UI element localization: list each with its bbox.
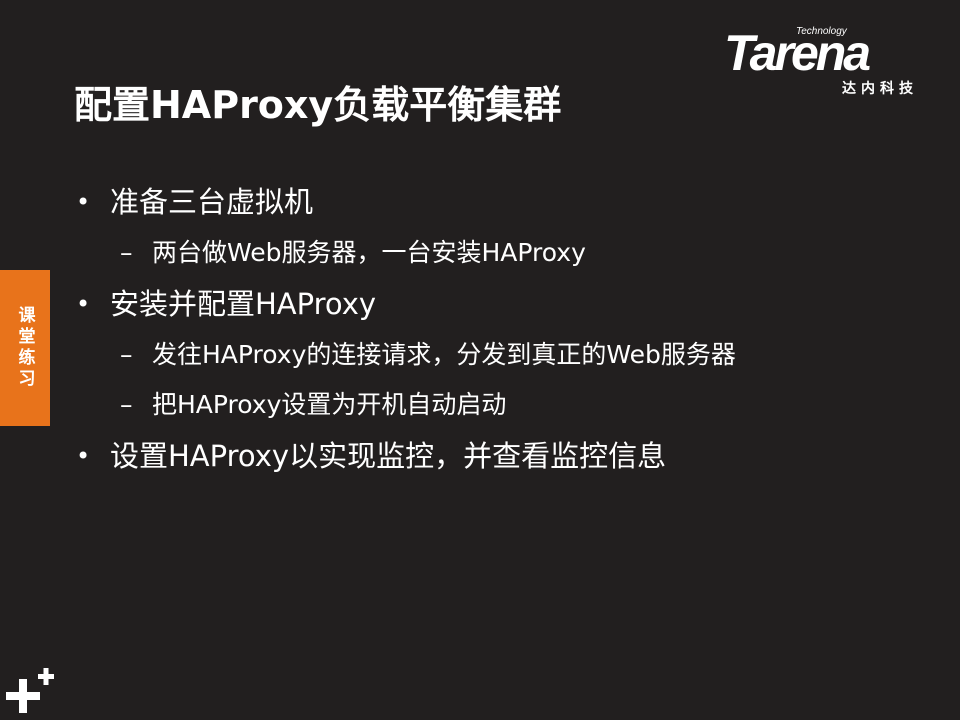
bullet-list: • 准备三台虚拟机 – 两台做Web服务器，一台安装HAProxy • 安装并配… <box>76 176 936 482</box>
logo-wordmark: Tarena <box>724 25 871 81</box>
dash-icon: – <box>120 340 133 369</box>
sub-bullet-text: 两台做Web服务器，一台安装HAProxy <box>152 238 586 267</box>
side-tab-classroom-exercise: 课堂练习 <box>0 270 50 426</box>
tarena-logo: Technology Tarena 达内科技 <box>724 24 924 104</box>
slide-title: 配置HAProxy负载平衡集群 <box>74 83 562 127</box>
sub-bullet-text: 发往HAProxy的连接请求，分发到真正的Web服务器 <box>152 340 736 369</box>
logo-chinese-name: 达内科技 <box>842 81 918 97</box>
slide: 配置HAProxy负载平衡集群 Technology Tarena 达内科技 课… <box>0 0 960 720</box>
bullet-text: 设置HAProxy以实现监控，并查看监控信息 <box>110 439 667 473</box>
bullet-dot-icon: • <box>76 188 91 216</box>
bullet-item: • 准备三台虚拟机 <box>76 176 936 228</box>
sub-bullet-item: – 两台做Web服务器，一台安装HAProxy <box>76 228 936 278</box>
plus-icon <box>6 668 54 713</box>
dash-icon: – <box>120 390 133 419</box>
sub-bullet-text: 把HAProxy设置为开机自动启动 <box>152 390 507 419</box>
side-tab-label: 课堂练习 <box>14 306 35 390</box>
bullet-text: 准备三台虚拟机 <box>110 185 314 219</box>
bullet-item: • 安装并配置HAProxy <box>76 278 936 330</box>
sub-bullet-item: – 发往HAProxy的连接请求，分发到真正的Web服务器 <box>76 330 936 380</box>
bullet-text: 安装并配置HAProxy <box>110 287 377 321</box>
bullet-dot-icon: • <box>76 442 91 470</box>
sub-bullet-item: – 把HAProxy设置为开机自动启动 <box>76 380 936 430</box>
bullet-dot-icon: • <box>76 290 91 318</box>
dash-icon: – <box>120 238 133 267</box>
bullet-item: • 设置HAProxy以实现监控，并查看监控信息 <box>76 430 936 482</box>
